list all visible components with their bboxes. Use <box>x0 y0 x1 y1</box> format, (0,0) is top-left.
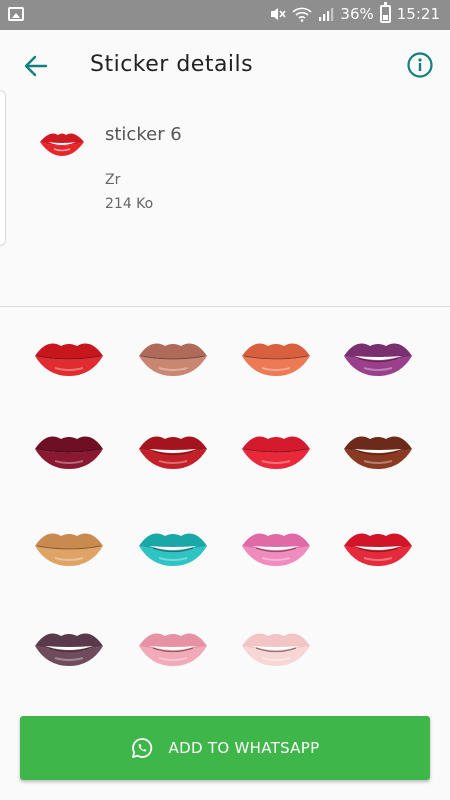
status-bar: 36% 15:21 <box>0 0 450 30</box>
sticker-pale-pink-lips-teeth[interactable] <box>236 608 316 688</box>
lips-icon <box>242 533 310 566</box>
sticker-brown-lips-teeth[interactable] <box>338 411 418 491</box>
lips-icon <box>344 533 412 566</box>
lips-icon <box>35 343 103 376</box>
sticker-turquoise-lips-bite[interactable] <box>133 508 213 588</box>
gallery-icon <box>8 7 24 21</box>
lips-icon <box>139 343 207 376</box>
clock: 15:21 <box>396 5 440 23</box>
app-bar: Sticker details <box>0 30 450 100</box>
add-to-whatsapp-button[interactable]: ADD TO WHATSAPP <box>20 716 430 780</box>
mute-icon <box>271 8 287 20</box>
page-title: Sticker details <box>90 52 254 77</box>
sticker-light-pink-lips-teeth[interactable] <box>133 608 213 688</box>
sticker-orange-lips[interactable] <box>236 318 316 398</box>
lips-icon <box>35 533 103 566</box>
add-button-label: ADD TO WHATSAPP <box>168 739 320 757</box>
lips-icon <box>35 436 103 469</box>
arrow-left-icon[interactable] <box>20 50 52 82</box>
lips-icon <box>344 343 412 376</box>
side-card-edge <box>0 90 6 246</box>
battery-icon <box>379 2 391 23</box>
pack-name: sticker 6 <box>105 124 182 145</box>
lips-icon <box>242 633 310 666</box>
lips-icon <box>139 436 207 469</box>
lips-icon <box>35 633 103 666</box>
wifi-icon <box>292 7 312 22</box>
info-icon[interactable] <box>406 51 434 79</box>
pack-size: 214 Ko <box>105 196 154 212</box>
sticker-red-lips-tongue[interactable] <box>338 508 418 588</box>
whatsapp-icon <box>131 738 152 758</box>
sticker-purple-lips-teeth[interactable] <box>338 318 418 398</box>
pack-author: Zr <box>105 172 121 188</box>
sticker-pink-lips-tongue[interactable] <box>236 508 316 588</box>
signal-icon <box>319 8 334 21</box>
sticker-red-lips-teeth[interactable] <box>133 411 213 491</box>
sticker-plum-lips-teeth[interactable] <box>29 608 109 688</box>
tray-icon <box>40 133 84 156</box>
lips-icon <box>242 436 310 469</box>
sticker-burgundy-lips[interactable] <box>29 411 109 491</box>
sticker-kiss-red-lips[interactable] <box>236 411 316 491</box>
lips-icon <box>242 343 310 376</box>
sticker-pack-detail: sticker 6 Zr 214 Ko <box>0 90 450 306</box>
sticker-red-lips[interactable] <box>29 318 109 398</box>
lips-icon <box>139 633 207 666</box>
sticker-tan-lips[interactable] <box>29 508 109 588</box>
lips-icon <box>344 436 412 469</box>
lips-icon <box>139 533 207 566</box>
sticker-kiss-nude-lips[interactable] <box>133 318 213 398</box>
battery-percent: 36% <box>340 5 374 23</box>
divider <box>0 306 450 307</box>
